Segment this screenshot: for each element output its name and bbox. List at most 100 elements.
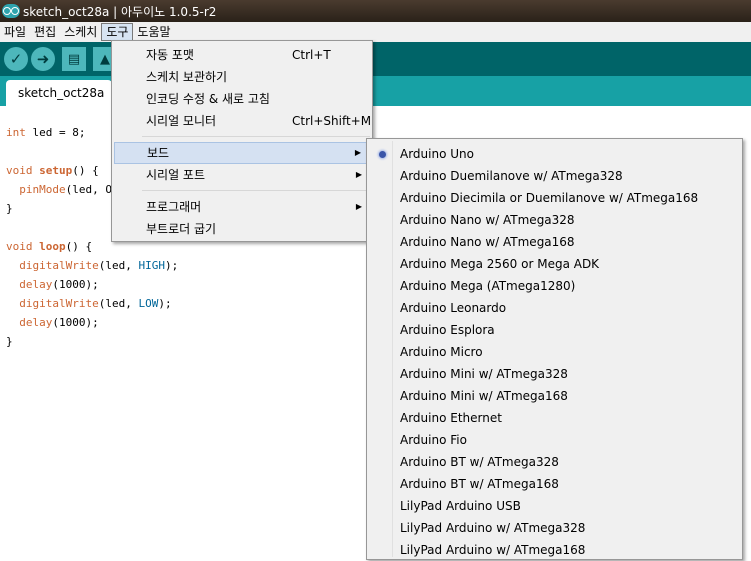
board-item[interactable]: Arduino BT w/ ATmega168 <box>369 473 740 495</box>
board-item[interactable]: Arduino Leonardo <box>369 297 740 319</box>
submenu-arrow-icon: ▶ <box>355 202 362 211</box>
arduino-logo-icon <box>2 4 20 18</box>
tab-sketch[interactable]: sketch_oct28a § <box>6 80 112 126</box>
radio-selected-icon <box>379 151 386 158</box>
new-icon[interactable]: ▤ <box>62 47 86 71</box>
board-item-label: Arduino Mega (ATmega1280) <box>400 279 576 293</box>
code-function: digitalWrite <box>19 259 99 272</box>
board-menu: Arduino Uno Arduino Duemilanove w/ ATmega… <box>366 138 743 560</box>
board-item-label: Arduino Diecimila or Duemilanove w/ ATme… <box>400 191 699 205</box>
menu-item-label: 자동 포맷 <box>146 48 194 62</box>
menu-item-shortcut: Ctrl+T <box>292 48 331 62</box>
board-item-label: Arduino Uno <box>400 147 474 161</box>
code-function: delay <box>19 316 53 329</box>
menu-item-label: 프로그래머 <box>146 200 202 214</box>
code-text: ); <box>158 297 172 310</box>
submenu-arrow-icon: ▶ <box>354 148 361 157</box>
menu-item-label: 시리얼 포트 <box>146 168 206 182</box>
code-line: void setup() { <box>6 161 99 180</box>
board-item[interactable]: LilyPad Arduino USB <box>369 495 740 517</box>
menu-item-shortcut: Ctrl+Shift+M <box>292 114 372 128</box>
board-item[interactable]: Arduino Diecimila or Duemilanove w/ ATme… <box>369 187 740 209</box>
board-item[interactable]: Arduino Duemilanove w/ ATmega328 <box>369 165 740 187</box>
board-item-label: Arduino Mini w/ ATmega168 <box>400 389 568 403</box>
board-item-label: LilyPad Arduino w/ ATmega328 <box>400 521 586 535</box>
code-text: (led, <box>98 297 139 310</box>
code-line: void loop() { <box>6 237 92 256</box>
code-text: (led, <box>98 259 139 272</box>
board-item[interactable]: Arduino Nano w/ ATmega328 <box>369 209 740 231</box>
menu-tools[interactable]: 도구 <box>101 23 134 41</box>
code-line: int led = 8; <box>6 123 85 142</box>
menu-file[interactable]: 파일 <box>0 23 30 41</box>
board-item-label: LilyPad Arduino USB <box>400 499 521 513</box>
code-constant: LOW <box>138 297 159 310</box>
code-function: loop <box>39 240 66 253</box>
code-function: setup <box>39 164 73 177</box>
menu-item-label: 인코딩 수정 & 새로 고침 <box>146 92 270 106</box>
code-line: } <box>6 202 13 215</box>
board-item-label: Arduino Micro <box>400 345 483 359</box>
board-item[interactable]: LilyPad Arduino w/ ATmega168 <box>369 539 740 561</box>
code-constant: HIGH <box>138 259 165 272</box>
menu-item-programmer[interactable]: 프로그래머 ▶ <box>114 196 370 218</box>
submenu-arrow-icon: ▶ <box>355 170 362 179</box>
code-text: () { <box>72 164 99 177</box>
menu-item-label: 부트로더 굽기 <box>146 222 217 236</box>
code-line: digitalWrite(led, HIGH); <box>6 256 178 275</box>
board-item[interactable]: Arduino Ethernet <box>369 407 740 429</box>
menu-item-board[interactable]: 보드 ▶ <box>114 142 370 164</box>
board-item[interactable]: Arduino Mini w/ ATmega168 <box>369 385 740 407</box>
code-line: delay(1000); <box>6 313 99 332</box>
menu-item-fix-encoding[interactable]: 인코딩 수정 & 새로 고침 <box>114 88 370 110</box>
board-item[interactable]: Arduino Nano w/ ATmega168 <box>369 231 740 253</box>
code-function: pinMode <box>19 183 66 196</box>
board-item-label: Arduino Nano w/ ATmega168 <box>400 235 575 249</box>
board-item[interactable]: Arduino Mega 2560 or Mega ADK <box>369 253 740 275</box>
board-item[interactable]: Arduino Uno <box>369 143 740 165</box>
board-item-label: Arduino Mega 2560 or Mega ADK <box>400 257 600 271</box>
board-item-label: Arduino Duemilanove w/ ATmega328 <box>400 169 623 183</box>
menu-sketch[interactable]: 스케치 <box>60 23 101 41</box>
window-title: sketch_oct28a | 아두이노 1.0.5-r2 <box>23 4 217 19</box>
code-line: digitalWrite(led, LOW); <box>6 294 172 313</box>
code-text: () { <box>65 240 93 253</box>
board-item[interactable]: Arduino Fio <box>369 429 740 451</box>
code-text: (1000); <box>52 278 99 291</box>
code-text: led = 8; <box>25 126 86 139</box>
board-item-label: Arduino Esplora <box>400 323 495 337</box>
menu-item-serial-monitor[interactable]: 시리얼 모니터 Ctrl+Shift+M <box>114 110 372 132</box>
menu-item-serial-port[interactable]: 시리얼 포트 ▶ <box>114 164 370 186</box>
code-text: (1000); <box>52 316 99 329</box>
board-item-label: Arduino Mini w/ ATmega328 <box>400 367 568 381</box>
menu-separator <box>142 136 370 137</box>
board-item-label: Arduino Nano w/ ATmega328 <box>400 213 575 227</box>
menu-item-auto-format[interactable]: 자동 포맷 Ctrl+T <box>114 44 370 66</box>
code-function: digitalWrite <box>19 297 99 310</box>
title-bar: sketch_oct28a | 아두이노 1.0.5-r2 <box>0 0 751 22</box>
board-item[interactable]: LilyPad Arduino w/ ATmega328 <box>369 517 740 539</box>
board-item[interactable]: Arduino Esplora <box>369 319 740 341</box>
code-keyword: void <box>6 240 33 253</box>
verify-icon[interactable]: ✓ <box>4 47 28 71</box>
board-item-label: Arduino Leonardo <box>400 301 507 315</box>
menu-separator <box>142 190 370 191</box>
code-keyword: int <box>6 126 26 139</box>
menu-item-archive-sketch[interactable]: 스케치 보관하기 <box>114 66 370 88</box>
board-item[interactable]: Arduino BT w/ ATmega328 <box>369 451 740 473</box>
board-item-label: Arduino BT w/ ATmega328 <box>400 455 559 469</box>
board-item-label: Arduino BT w/ ATmega168 <box>400 477 559 491</box>
code-line: pinMode(led, OUT <box>6 180 125 199</box>
code-line: delay(1000); <box>6 275 99 294</box>
menu-item-label: 시리얼 모니터 <box>146 114 217 128</box>
board-item[interactable]: Arduino Mini w/ ATmega328 <box>369 363 740 385</box>
board-item-label: LilyPad Arduino w/ ATmega168 <box>400 543 586 557</box>
board-item-label: Arduino Ethernet <box>400 411 502 425</box>
upload-icon[interactable]: ➜ <box>31 47 55 71</box>
menu-help[interactable]: 도움말 <box>133 23 174 41</box>
menu-item-burn-bootloader[interactable]: 부트로더 굽기 <box>114 218 370 240</box>
board-item[interactable]: Arduino Mega (ATmega1280) <box>369 275 740 297</box>
code-line: } <box>6 335 13 348</box>
menu-edit[interactable]: 편집 <box>30 23 60 41</box>
board-item[interactable]: Arduino Micro <box>369 341 740 363</box>
